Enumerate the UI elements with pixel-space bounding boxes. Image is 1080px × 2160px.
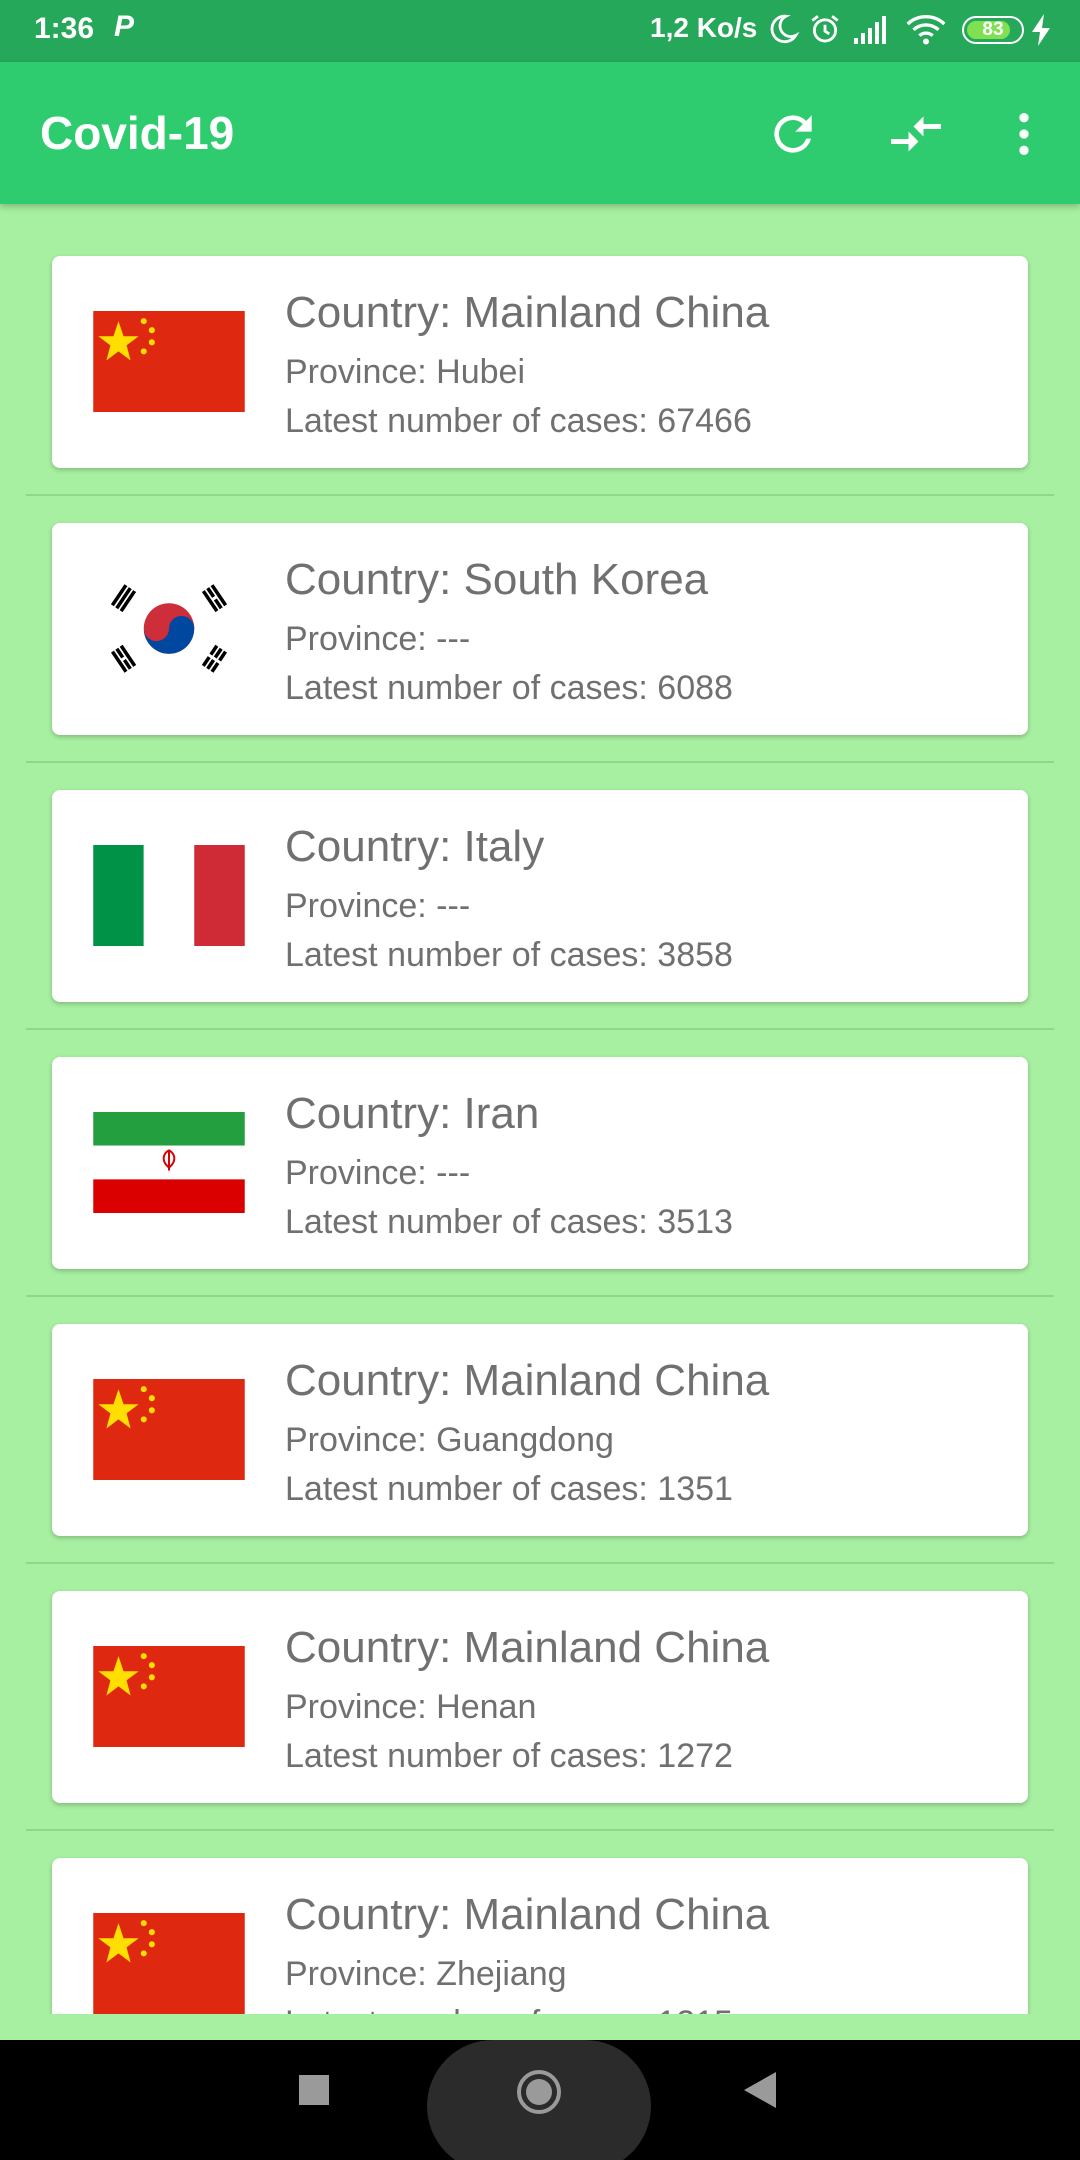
iran-flag-icon	[93, 1112, 245, 1213]
province-label: Province: Zhejiang	[285, 1955, 567, 1993]
country-label: Country: South Korea	[285, 555, 709, 604]
province-label: Province: ---	[285, 1154, 471, 1192]
province-label: Province: ---	[285, 620, 471, 658]
moon-icon	[770, 14, 800, 44]
case-card[interactable]: Country: Mainland China Province: Guangd…	[52, 1324, 1028, 1536]
home-button[interactable]	[509, 2062, 569, 2122]
battery-level: 83	[982, 19, 1004, 40]
case-card[interactable]: Country: Mainland China Province: Zhejia…	[52, 1858, 1028, 2014]
cases-label: Latest number of cases: 1272	[285, 1737, 733, 1775]
notification-p-icon: P	[114, 10, 135, 43]
china-flag-icon	[93, 1646, 245, 1747]
back-icon	[744, 2072, 776, 2108]
province-label: Province: Guangdong	[285, 1421, 614, 1459]
charging-icon	[1032, 14, 1050, 46]
status-time: 1:36	[34, 12, 95, 45]
province-label: Province: Hubei	[285, 353, 526, 391]
cases-label: Latest number of cases: 1351	[285, 1470, 733, 1508]
case-card[interactable]: Country: Iran Province: --- Latest numbe…	[52, 1057, 1028, 1269]
country-label: Country: Iran	[285, 1089, 540, 1138]
signal-icon	[854, 16, 886, 44]
china-flag-icon	[93, 311, 245, 412]
app-bar: Covid-19	[0, 62, 1080, 204]
back-button[interactable]	[730, 2060, 790, 2120]
list-item[interactable]: Country: Mainland China Province: Henan …	[0, 1539, 1080, 1831]
case-card[interactable]: Country: South Korea Province: --- Lates…	[52, 523, 1028, 735]
network-speed: 1,2 Ko/s	[650, 12, 758, 43]
wifi-icon	[906, 15, 946, 45]
italy-flag-icon	[93, 845, 245, 946]
app-title: Covid-19	[40, 107, 235, 159]
country-label: Country: Italy	[285, 822, 545, 871]
cases-label: Latest number of cases: 1215	[285, 2004, 733, 2014]
case-card[interactable]: Country: Mainland China Province: Hubei …	[52, 256, 1028, 468]
compare-arrows-icon	[891, 116, 941, 152]
cases-label: Latest number of cases: 67466	[285, 402, 752, 440]
refresh-button[interactable]	[757, 98, 829, 170]
south-korea-flag-icon	[93, 578, 245, 679]
china-flag-icon	[93, 1913, 245, 2014]
cases-label: Latest number of cases: 6088	[285, 669, 733, 707]
country-label: Country: Mainland China	[285, 1356, 770, 1405]
compare-button[interactable]	[880, 98, 952, 170]
navigation-bar	[0, 2040, 1080, 2160]
country-label: Country: Mainland China	[285, 1623, 770, 1672]
list-item[interactable]: Country: Iran Province: --- Latest numbe…	[0, 1005, 1080, 1297]
status-bar: 1:36 P 1,2 Ko/s 83	[0, 0, 1080, 62]
alarm-icon	[811, 15, 839, 43]
refresh-icon	[774, 115, 812, 153]
recents-icon	[299, 2075, 329, 2105]
country-label: Country: Mainland China	[285, 1890, 770, 1939]
more-options-button[interactable]	[988, 98, 1060, 170]
battery-indicator: 83	[962, 16, 1024, 44]
province-label: Province: ---	[285, 887, 471, 925]
case-card[interactable]: Country: Mainland China Province: Henan …	[52, 1591, 1028, 1803]
province-label: Province: Henan	[285, 1688, 537, 1726]
recents-button[interactable]	[284, 2060, 344, 2120]
home-icon	[517, 2070, 561, 2114]
more-vert-icon	[1019, 113, 1029, 155]
list-item[interactable]: Country: Italy Province: --- Latest numb…	[0, 738, 1080, 1030]
country-list[interactable]: Country: Mainland China Province: Hubei …	[0, 204, 1080, 2014]
list-item[interactable]: Country: South Korea Province: --- Lates…	[0, 471, 1080, 763]
cases-label: Latest number of cases: 3513	[285, 1203, 733, 1241]
list-item[interactable]: Country: Mainland China Province: Hubei …	[0, 204, 1080, 496]
list-item[interactable]: Country: Mainland China Province: Zhejia…	[0, 1806, 1080, 2014]
list-item[interactable]: Country: Mainland China Province: Guangd…	[0, 1272, 1080, 1564]
case-card[interactable]: Country: Italy Province: --- Latest numb…	[52, 790, 1028, 1002]
country-label: Country: Mainland China	[285, 288, 770, 337]
cases-label: Latest number of cases: 3858	[285, 936, 733, 974]
china-flag-icon	[93, 1379, 245, 1480]
